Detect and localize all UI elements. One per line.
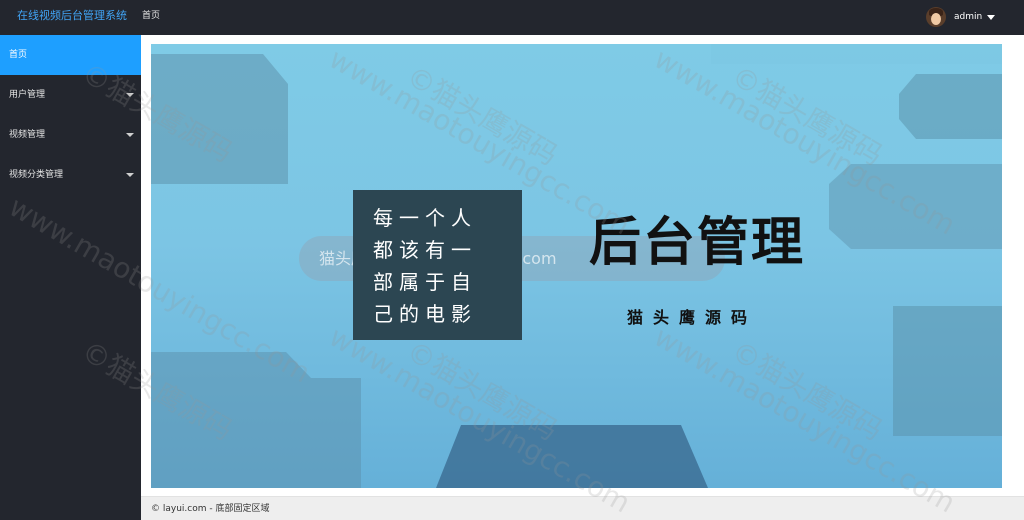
sidebar-item-home[interactable]: 首页 xyxy=(0,35,141,75)
username-label[interactable]: admin xyxy=(954,12,982,22)
main-content: 猫头鹰源码 maotouyingcc.com 每一个人 都该有一 部属于自 己的… xyxy=(141,35,1024,496)
sidebar-item-user-management[interactable]: 用户管理 xyxy=(0,75,141,115)
sidebar-item-label: 视频分类管理 xyxy=(9,170,64,180)
avatar[interactable] xyxy=(926,7,946,27)
sidebar-item-label: 用户管理 xyxy=(9,90,46,100)
sidebar: 首页 用户管理 视频管理 视频分类管理 xyxy=(0,35,141,520)
chevron-down-icon xyxy=(126,93,134,97)
sidebar-item-video-management[interactable]: 视频管理 xyxy=(0,115,141,155)
quote-line: 部属于自 xyxy=(373,270,477,294)
footer: © layui.com - 底部固定区域 xyxy=(141,496,1024,520)
quote-line: 己的电影 xyxy=(373,302,477,326)
welcome-banner: 猫头鹰源码 maotouyingcc.com 每一个人 都该有一 部属于自 己的… xyxy=(151,44,1002,488)
caret-down-icon[interactable] xyxy=(987,14,996,20)
sidebar-item-label: 首页 xyxy=(9,50,28,60)
sidebar-item-label: 视频管理 xyxy=(9,130,46,140)
banner-subtitle: 猫头鹰源码 xyxy=(627,308,758,327)
banner-title: 后台管理 xyxy=(589,213,806,273)
top-nav-home[interactable]: 首页 xyxy=(142,9,160,23)
quote-box: 每一个人 都该有一 部属于自 己的电影 xyxy=(353,190,522,340)
app-logo-title[interactable]: 在线视频后台管理系统 xyxy=(17,9,127,23)
quote-line: 每一个人 xyxy=(373,206,477,230)
footer-text: © layui.com - 底部固定区域 xyxy=(151,504,270,514)
top-header: 在线视频后台管理系统 首页 admin xyxy=(0,0,1024,35)
chevron-down-icon xyxy=(126,173,134,177)
user-menu[interactable]: admin xyxy=(926,5,996,29)
quote-line: 都该有一 xyxy=(373,238,477,262)
chevron-down-icon xyxy=(126,133,134,137)
sidebar-item-video-category-management[interactable]: 视频分类管理 xyxy=(0,155,141,195)
